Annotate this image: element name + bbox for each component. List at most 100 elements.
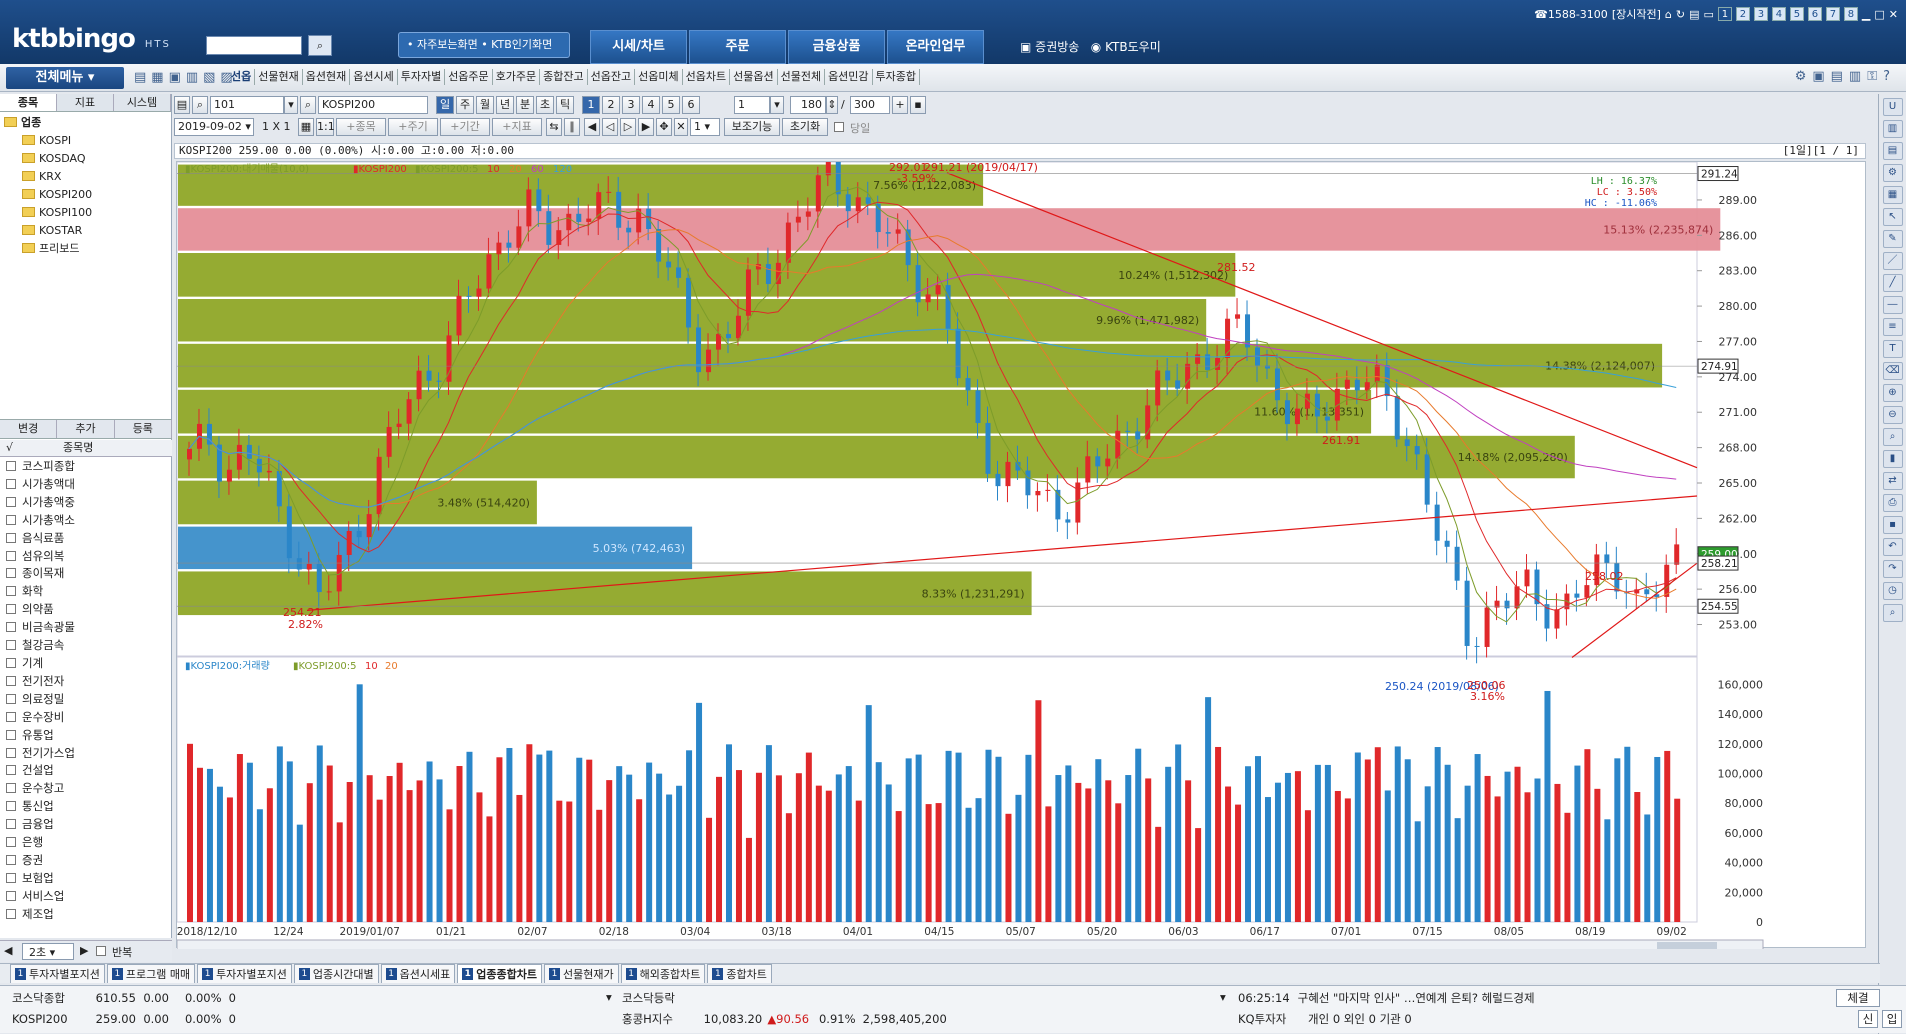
line-icon[interactable]: ／ <box>1882 252 1903 270</box>
menu-item[interactable]: 옵션민감 <box>825 69 873 85</box>
list-checkbox[interactable] <box>6 622 16 633</box>
print-icon[interactable]: ⎙ <box>1882 494 1903 512</box>
chart-type-icon[interactable]: ▥ <box>1882 120 1903 138</box>
search-chart-icon[interactable]: ⌕ <box>1882 604 1903 622</box>
clock-icon[interactable]: ◷ <box>1882 582 1903 600</box>
close-icon[interactable]: ✕ <box>1889 8 1898 21</box>
menu-item[interactable]: 호가주문 <box>493 69 541 85</box>
window-tab[interactable]: 1 선물현재가 <box>543 964 619 983</box>
interval-button[interactable]: 4 <box>642 96 660 114</box>
list-item[interactable]: 음식료품 <box>0 530 172 548</box>
fibonacci-icon[interactable]: ≡ <box>1882 318 1903 336</box>
list-checkbox[interactable] <box>6 657 16 668</box>
helper-link[interactable]: KTB도우미 <box>1105 40 1161 54</box>
list-item[interactable]: 은행 <box>0 834 172 852</box>
reset-button[interactable]: 초기화 <box>782 118 828 136</box>
menu-item[interactable]: 종합잔고 <box>540 69 588 85</box>
compare-icon[interactable]: ⇄ <box>1882 472 1903 490</box>
horizontal-line-icon[interactable]: ― <box>1882 296 1903 314</box>
minimize-icon[interactable]: ▁ <box>1862 8 1870 21</box>
list-item[interactable]: 시가총액중 <box>0 494 172 512</box>
trend-line-icon[interactable]: ╱ <box>1882 274 1903 292</box>
save-icon[interactable]: ▪ <box>910 96 926 114</box>
tree-item[interactable]: 프리보드 <box>4 240 167 258</box>
chart-area[interactable]: 7.56% (1,122,083) 15.13% (2,235,874) 10.24… <box>176 141 1866 953</box>
period-button[interactable]: 분 <box>516 96 534 114</box>
list-item[interactable]: 철강금속 <box>0 637 172 655</box>
list-checkbox[interactable] <box>6 854 16 865</box>
tab-order[interactable]: 주문 <box>689 30 786 64</box>
window-tab[interactable]: 1 업종종합차트 <box>457 964 542 983</box>
list-item[interactable]: 의료정밀 <box>0 691 172 709</box>
tree-item[interactable]: KOSPI100 <box>4 204 167 222</box>
all-menu-button[interactable]: 전체메뉴 ▾ <box>6 67 124 89</box>
scroll-right-icon[interactable]: ▶ <box>638 118 654 136</box>
news-ticker[interactable]: 06:25:14 구혜선 "마지막 인사" …연예계 은퇴? 헤럴드경제 <box>1238 988 1535 1009</box>
list-item[interactable]: 비금속광물 <box>0 619 172 637</box>
tree-item[interactable]: KOSDAQ <box>4 150 167 168</box>
list-item[interactable]: 기계 <box>0 655 172 673</box>
list-checkbox[interactable] <box>6 872 16 883</box>
list-item[interactable]: 화학 <box>0 583 172 601</box>
tab-online-service[interactable]: 온라인업무 <box>887 30 984 64</box>
window-tab[interactable]: 1 프로그램 매매 <box>106 964 196 983</box>
list-item[interactable]: 시가총액소 <box>0 512 172 530</box>
chart-menu-icon[interactable]: ▤ <box>174 96 190 114</box>
menu-item[interactable]: 옵션시세 <box>350 69 398 85</box>
execution-button[interactable]: 체결 <box>1836 989 1880 1007</box>
indicator-icon[interactable]: ▤ <box>1882 142 1903 160</box>
interval-button[interactable]: 6 <box>682 96 700 114</box>
menu-item[interactable]: 선물현재 <box>255 69 303 85</box>
interval-button[interactable]: 3 <box>622 96 640 114</box>
cycle-button[interactable]: +주기 <box>388 118 438 136</box>
list-checkbox[interactable] <box>6 729 16 740</box>
count-input[interactable]: 180 <box>790 96 826 114</box>
bars-icon[interactable]: ▮ <box>1882 450 1903 468</box>
window-tab[interactable]: 1 업종시간대별 <box>293 964 379 983</box>
home-icon[interactable]: ⌂ <box>1665 8 1672 21</box>
scroll-prev-icon[interactable]: ◁ <box>602 118 618 136</box>
list-item[interactable]: 전기전자 <box>0 673 172 691</box>
list-checkbox[interactable] <box>6 801 16 812</box>
save-chart-icon[interactable]: ▪ <box>1882 516 1903 534</box>
period-button[interactable]: 초 <box>536 96 554 114</box>
repeat-interval-select[interactable]: 2초 ▾ <box>22 943 74 960</box>
tab-indicator[interactable]: 지표 <box>57 94 114 111</box>
window-tab[interactable]: 1 투자자별포지션 <box>10 964 105 983</box>
tab-financial-products[interactable]: 금융상품 <box>788 30 885 64</box>
repeat-checkbox[interactable] <box>96 946 106 956</box>
one-to-one-icon[interactable]: 1:1 <box>316 118 335 136</box>
screen-7[interactable]: 7 <box>1825 7 1840 21</box>
quick-icons[interactable]: ▤▦▣▥▧▨ <box>134 70 238 85</box>
new-button[interactable]: 신 <box>1858 1010 1878 1028</box>
zoom-in-icon[interactable]: ⊕ <box>1882 384 1903 402</box>
grid-tool-icon[interactable]: ▦ <box>1882 186 1903 204</box>
list-checkbox[interactable] <box>6 550 16 561</box>
list-item[interactable]: 증권 <box>0 852 172 870</box>
list-item[interactable]: 통신업 <box>0 798 172 816</box>
menu-item[interactable]: 선옵 <box>228 69 256 85</box>
tree-item[interactable]: KOSPI200 <box>4 186 167 204</box>
period-button[interactable]: 년 <box>496 96 514 114</box>
ticker-dropdown-icon-2[interactable]: ▾ <box>1220 990 1226 1004</box>
tab-system[interactable]: 시스템 <box>114 94 171 111</box>
tab-quote-chart[interactable]: 시세/차트 <box>590 30 687 64</box>
grid-icon[interactable]: ▦ <box>298 118 314 136</box>
tree-item[interactable]: KOSPI <box>4 132 167 150</box>
count-stepper[interactable]: ⇕ <box>826 96 838 114</box>
period-button[interactable]: 틱 <box>556 96 574 114</box>
window-tab[interactable]: 1 해외종합차트 <box>620 964 706 983</box>
refresh-icon[interactable]: ↻ <box>1676 8 1685 21</box>
multiply-icon[interactable]: ✕ <box>674 118 688 136</box>
window-tab[interactable]: 1 옵션시세표 <box>380 964 456 983</box>
indicator-button[interactable]: +지표 <box>492 118 542 136</box>
list-item[interactable]: 건설업 <box>0 762 172 780</box>
prev-icon[interactable]: ◀ <box>4 944 12 957</box>
zoom-out-icon[interactable]: ⊖ <box>1882 406 1903 424</box>
tab-symbol[interactable]: 종목 <box>0 94 57 111</box>
favorites-box[interactable]: • 자주보는화면 • KTB인기화면 <box>398 32 570 58</box>
window-tab[interactable]: 1 종합차트 <box>707 964 772 983</box>
tree-root[interactable]: 업종 <box>4 114 167 132</box>
cursor-icon[interactable]: ↖ <box>1882 208 1903 226</box>
tool-icon-2[interactable]: ∥ <box>564 118 580 136</box>
